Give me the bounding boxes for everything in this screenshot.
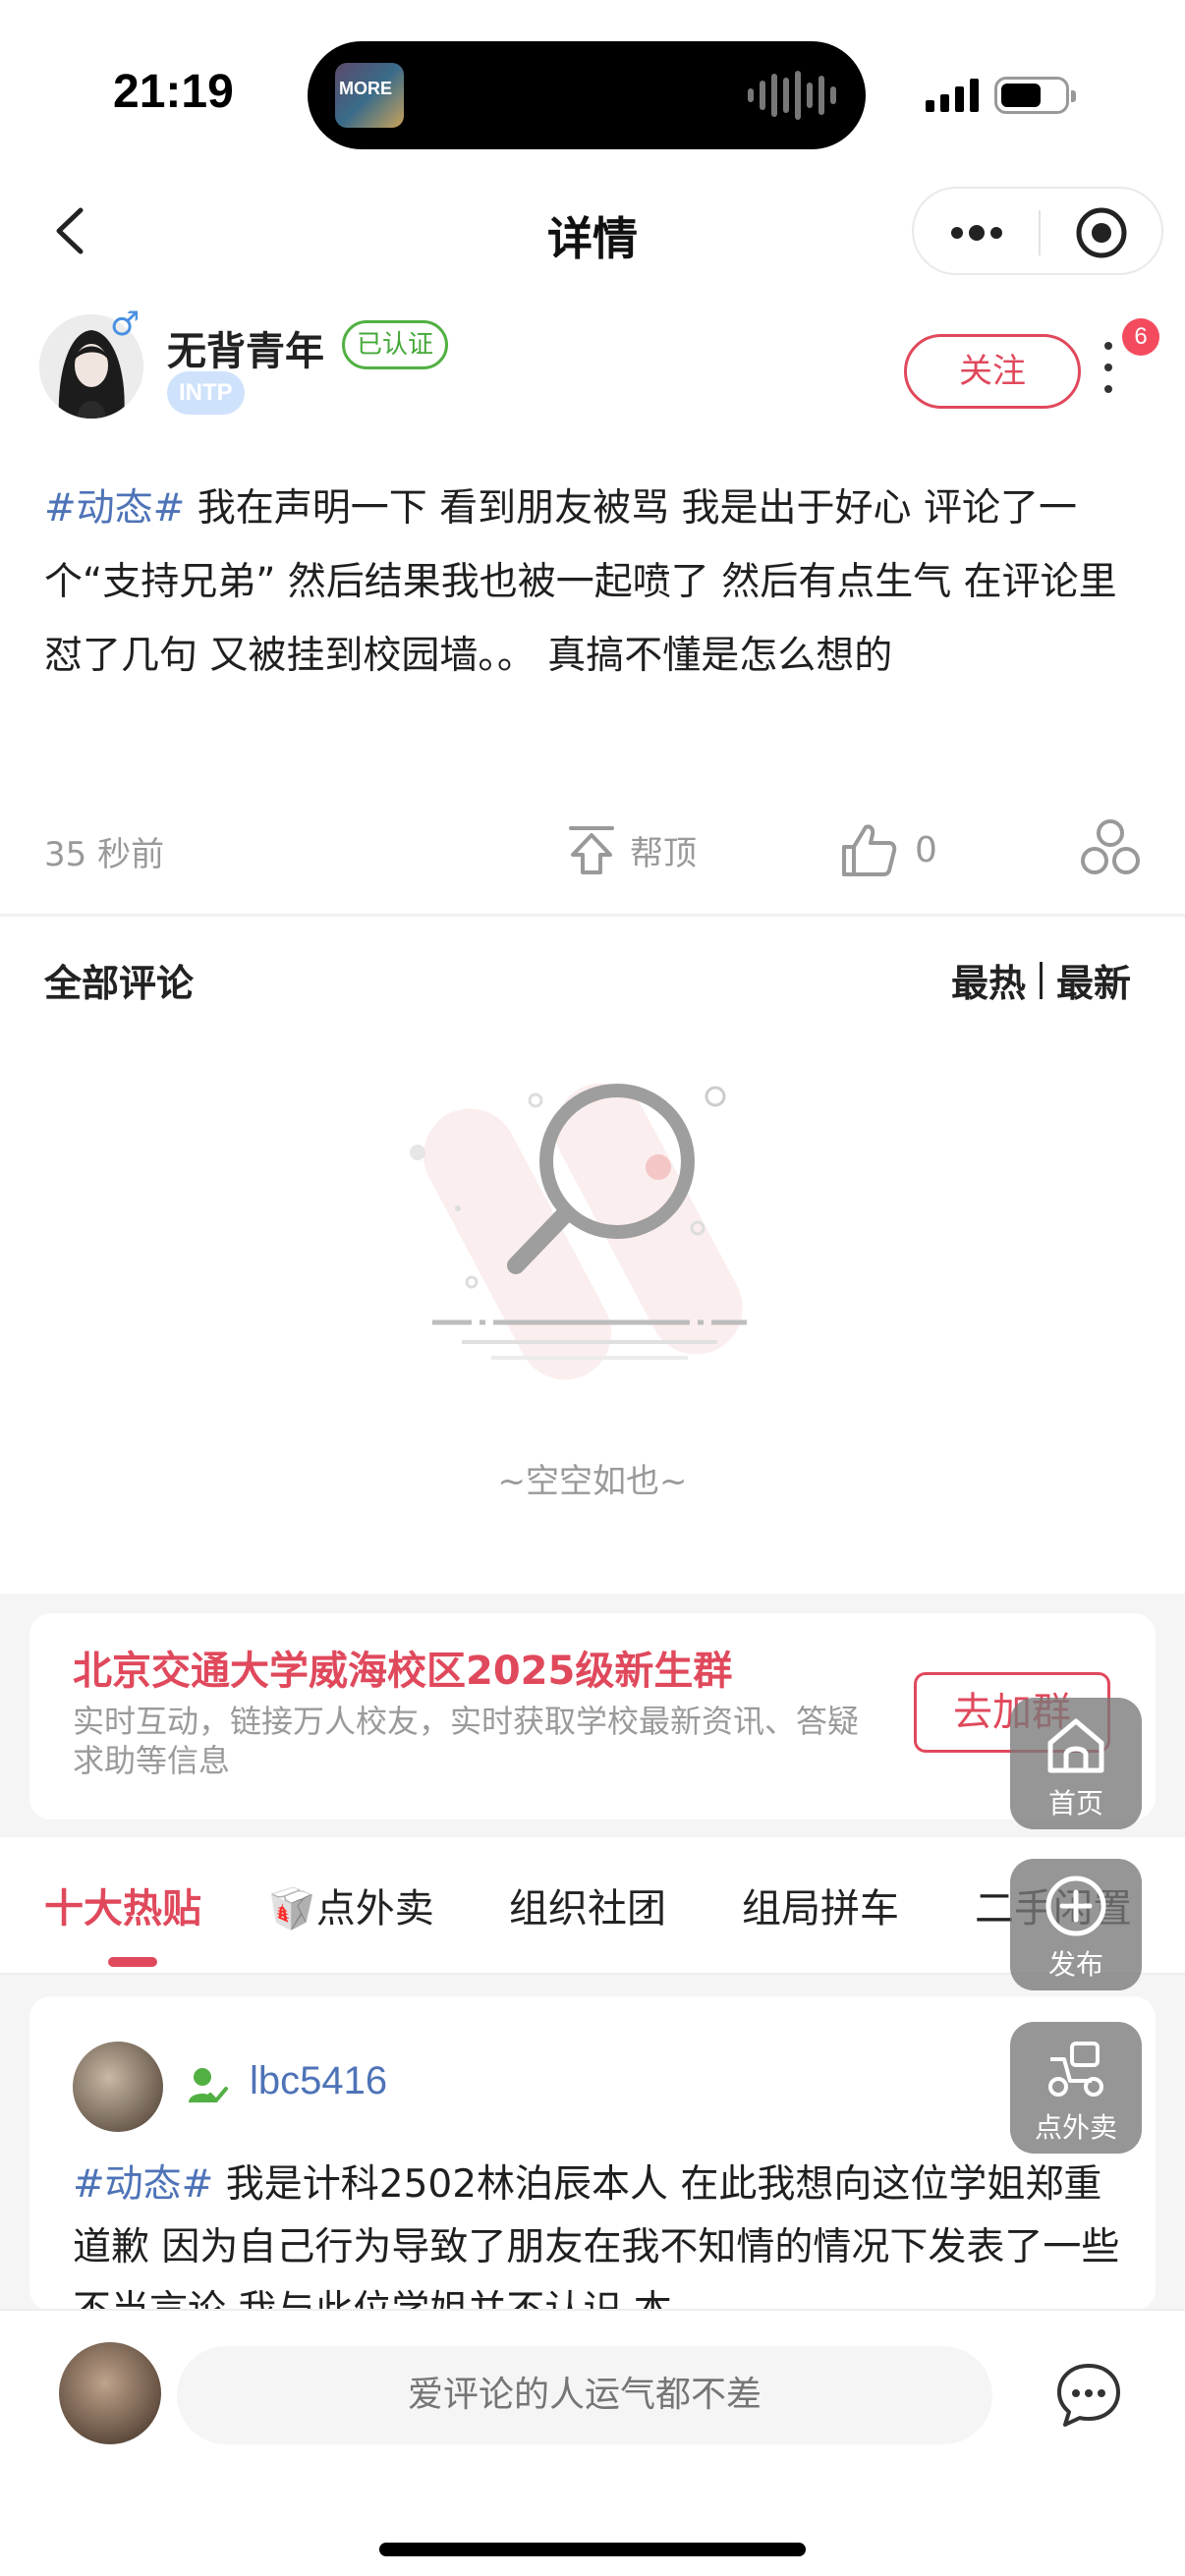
feed-tabs: 十大热贴 🥡点外卖 组织社团 组局拼车 二手闲置 — [0, 1837, 1185, 1975]
boost-button[interactable]: 帮顶 — [565, 815, 697, 884]
tab-carpool[interactable]: 组局拼车 — [742, 1876, 899, 1933]
dynamic-island[interactable]: MORE — [308, 41, 866, 149]
boost-up-icon — [569, 826, 614, 874]
group-title: 北京交通大学威海校区2025级新生群 — [73, 1649, 733, 1694]
feed-post-card[interactable]: lbc5416 #动态# 我是计科2502林泊辰本人 在此我想向这位学姐郑重道歉… — [29, 1996, 1156, 2311]
status-time: 21:19 — [113, 66, 234, 118]
fab-takeout-label: 点外卖 — [1034, 2111, 1117, 2144]
post-timestamp: 35 秒前 — [44, 835, 165, 874]
mbti-badge: INTP — [167, 371, 245, 415]
like-count: 0 — [915, 829, 937, 870]
mini-program-capsule — [912, 187, 1163, 275]
fab-home[interactable]: 首页 — [1010, 1698, 1142, 1829]
sort-hot-tab[interactable]: 最热 — [951, 953, 1026, 1007]
group-description: 实时互动，链接万人校友，实时获取学校最新资讯、答疑求助等信息 — [73, 1703, 860, 1779]
follow-button[interactable]: 关注 — [904, 334, 1081, 409]
comment-sort: 最热 最新 — [951, 953, 1131, 1007]
thumbs-up-icon — [842, 824, 897, 876]
plus-circle-icon — [1045, 1876, 1106, 1936]
home-indicator — [379, 2543, 806, 2556]
group-promo-card[interactable]: 北京交通大学威海校区2025级新生群 实时互动，链接万人校友，实时获取学校最新资… — [29, 1613, 1156, 1820]
fab-publish[interactable]: 发布 — [1010, 1859, 1142, 1990]
comment-bar — [0, 2309, 1185, 2576]
battery-icon — [994, 77, 1076, 114]
feed-post-body: #动态# 我是计科2502林泊辰本人 在此我想向这位学姐郑重道歉 因为自己行为导… — [73, 2154, 1134, 2311]
chat-bubble-icon[interactable] — [1053, 2360, 1124, 2431]
capsule-divider — [1039, 210, 1041, 255]
post-text: 我在声明一下 看到朋友被骂 我是出于好心 评论了一个“支持兄弟” 然后结果我也被… — [44, 486, 1117, 678]
more-options-icon[interactable] — [947, 216, 1006, 250]
status-bar: 21:19 MORE — [0, 0, 1185, 177]
fab-takeout[interactable]: 点外卖 — [1010, 2022, 1142, 2154]
audio-waveform-icon — [748, 71, 836, 120]
post-menu-icon[interactable] — [1099, 338, 1118, 403]
like-button[interactable]: 0 — [840, 815, 937, 884]
tab-top-ten[interactable]: 十大热贴 — [44, 1876, 201, 1933]
nav-bar: 详情 — [0, 177, 1185, 285]
post-body: #动态# 我在声明一下 看到朋友被骂 我是出于好心 评论了一个“支持兄弟” 然后… — [44, 472, 1145, 693]
tab-clubs[interactable]: 组织社团 — [509, 1876, 666, 1933]
tab-takeout[interactable]: 🥡点外卖 — [267, 1876, 434, 1933]
notification-count-badge: 6 — [1122, 318, 1159, 356]
feed-author-avatar[interactable] — [73, 2042, 163, 2132]
section-divider — [0, 914, 1185, 917]
comment-input[interactable] — [177, 2346, 992, 2444]
home-icon — [1047, 1718, 1104, 1773]
active-tab-indicator — [108, 1957, 157, 1967]
verified-user-icon — [189, 2068, 228, 2102]
feed-post-text: 我是计科2502林泊辰本人 在此我想向这位学姐郑重道歉 因为自己行为导致了朋友在… — [73, 2162, 1120, 2311]
share-icon[interactable] — [1079, 817, 1142, 878]
author-name[interactable]: 无背青年 — [167, 319, 324, 376]
male-gender-icon: ♂ — [110, 305, 141, 344]
my-avatar[interactable] — [59, 2342, 161, 2444]
feed-author-name[interactable]: lbc5416 — [250, 2059, 387, 2103]
sort-divider — [1039, 961, 1043, 999]
sort-new-tab[interactable]: 最新 — [1056, 953, 1131, 1007]
post-hashtag[interactable]: #动态# — [44, 486, 185, 531]
comments-title: 全部评论 — [44, 962, 195, 1005]
now-playing-artwork: MORE — [335, 63, 404, 128]
fab-home-label: 首页 — [1047, 1787, 1103, 1820]
scooter-icon — [1048, 2042, 1103, 2097]
post-author-header: ♂ 无背青年 已认证 INTP 关注 6 — [0, 305, 1185, 432]
verified-badge: 已认证 — [342, 320, 449, 369]
post-actions: 35 秒前 帮顶 0 — [0, 815, 1185, 884]
close-miniprogram-icon[interactable] — [1074, 205, 1129, 260]
empty-search-illustration — [410, 1083, 747, 1380]
fab-publish-label: 发布 — [1047, 1948, 1103, 1981]
empty-state-text: ~空空如也~ — [497, 1462, 688, 1501]
cellular-signal-icon — [926, 77, 979, 112]
feed-hashtag[interactable]: #动态# — [73, 2162, 213, 2207]
boost-label: 帮顶 — [630, 833, 697, 873]
